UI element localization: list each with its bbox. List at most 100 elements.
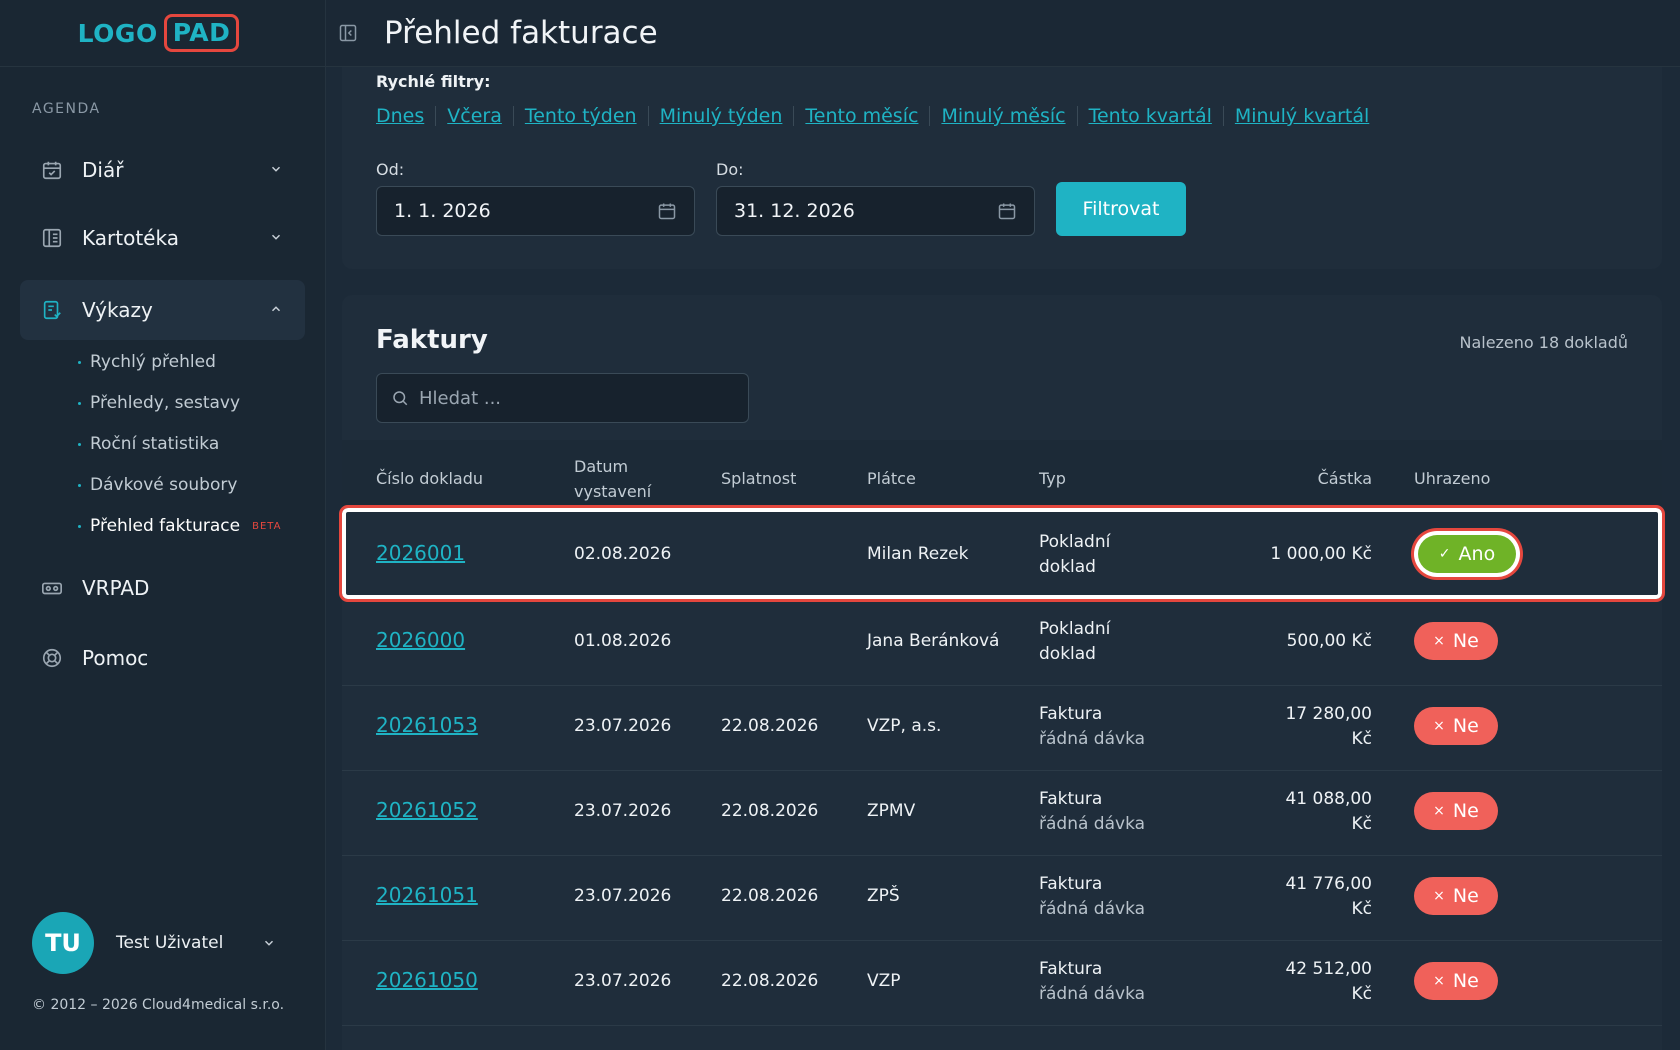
table-row[interactable]: 20261051 23.07.2026 22.08.2026 ZPŠ Faktu…: [342, 856, 1662, 941]
quick-filter-vcera[interactable]: Včera: [447, 105, 502, 127]
search-input[interactable]: [419, 387, 739, 409]
invoices-title: Faktury: [376, 325, 488, 355]
copyright: © 2012 – 2026 Cloud4medical s.r.o.: [32, 997, 285, 1013]
paid-badge[interactable]: ✓ Ano: [1418, 535, 1516, 573]
unpaid-badge[interactable]: × Ne: [1414, 622, 1498, 660]
calendar-icon[interactable]: [657, 201, 677, 226]
quick-filter-minuly-mesic[interactable]: Minulý měsíc: [941, 105, 1065, 127]
sidebar-item-vykazy[interactable]: Výkazy: [20, 280, 305, 340]
unpaid-badge[interactable]: × Ne: [1414, 792, 1498, 830]
column-header-type[interactable]: Typ: [1039, 466, 1066, 491]
cell-payer: ZPŠ: [867, 886, 900, 906]
beta-badge: BETA: [252, 520, 282, 532]
divider: [512, 106, 514, 126]
date-to-value: 31. 12. 2026: [734, 200, 855, 222]
cell-type-detail: doklad: [1039, 557, 1096, 577]
unpaid-badge[interactable]: × Ne: [1414, 707, 1498, 745]
close-icon: ×: [1433, 803, 1445, 819]
quick-filter-tento-kvartal[interactable]: Tento kvartál: [1089, 105, 1212, 127]
date-from-field[interactable]: 1. 1. 2026: [376, 186, 695, 236]
quick-filter-minuly-tyden[interactable]: Minulý týden: [660, 105, 783, 127]
sidebar-item-label: VRPAD: [82, 576, 150, 600]
sidebar-subitem-rychly-prehled[interactable]: Rychlý přehled: [78, 352, 216, 372]
cell-amount: 42 512,00: [1285, 959, 1372, 979]
column-header-payer[interactable]: Plátce: [867, 466, 916, 491]
table-row[interactable]: 20261052 23.07.2026 22.08.2026 ZPMV Fakt…: [342, 771, 1662, 856]
cell-due: 22.08.2026: [721, 716, 819, 736]
unpaid-badge[interactable]: × Ne: [1414, 962, 1498, 1000]
sidebar-item-kartoteka[interactable]: Kartotéka: [20, 208, 305, 268]
cell-payer: Jana Beránková: [867, 631, 1000, 651]
vr-icon: [40, 576, 64, 600]
invoice-number-link[interactable]: 20261050: [376, 968, 478, 993]
result-count: Nalezeno 18 dokladů: [1459, 333, 1628, 352]
cell-amount: 41 776,00: [1285, 874, 1372, 894]
logo-text: LOGO: [77, 18, 158, 48]
invoice-number-link[interactable]: 2026000: [376, 628, 465, 653]
unpaid-badge-label: Ne: [1452, 970, 1479, 992]
quick-filters: Dnes Včera Tento týden Minulý týden Tent…: [376, 105, 1369, 127]
cell-type: Faktura: [1039, 789, 1103, 809]
quick-filter-dnes[interactable]: Dnes: [376, 105, 424, 127]
filter-card: Rychlé filtry: Dnes Včera Tento týden Mi…: [342, 67, 1662, 269]
chevron-down-icon: [269, 229, 283, 248]
unpaid-badge[interactable]: × Ne: [1414, 877, 1498, 915]
bullet-dot: [78, 524, 81, 528]
unpaid-badge-label: Ne: [1452, 630, 1479, 652]
cell-amount-currency: Kč: [1351, 729, 1373, 749]
table-row[interactable]: 2026001 02.08.2026 Milan Rezek Pokladní …: [339, 505, 1665, 602]
quick-filter-tento-mesic[interactable]: Tento měsíc: [805, 105, 918, 127]
date-to-label: Do:: [716, 160, 744, 179]
invoice-number-link[interactable]: 20261052: [376, 798, 478, 823]
table-row[interactable]: 20261053 23.07.2026 22.08.2026 VZP, a.s.…: [342, 686, 1662, 771]
cell-type: Faktura: [1039, 959, 1103, 979]
sidebar-item-diar[interactable]: Diář: [20, 140, 305, 200]
invoice-number-link[interactable]: 20261053: [376, 713, 478, 738]
bullet-dot: [78, 360, 81, 364]
sidebar-item-label: Kartotéka: [82, 226, 179, 250]
chevron-down-icon: [262, 935, 276, 954]
invoice-number-link[interactable]: 2026001: [376, 541, 465, 566]
calendar-icon[interactable]: [997, 201, 1017, 226]
invoice-number-link[interactable]: 20261051: [376, 883, 478, 908]
column-header-paid[interactable]: Uhrazeno: [1414, 466, 1490, 491]
lifebuoy-icon: [40, 646, 64, 670]
column-header-number[interactable]: Číslo dokladu: [376, 466, 483, 491]
table-row[interactable]: 20261050 23.07.2026 22.08.2026 VZP Faktu…: [342, 941, 1662, 1026]
quick-filters-label: Rychlé filtry:: [376, 72, 491, 91]
date-to-field[interactable]: 31. 12. 2026: [716, 186, 1035, 236]
column-header-issued-2[interactable]: vystavení: [574, 479, 651, 504]
bullet-dot: [78, 401, 81, 405]
logo[interactable]: LOGO PAD: [78, 14, 240, 52]
column-header-amount[interactable]: Částka: [1232, 466, 1372, 491]
sidebar-item-pomoc[interactable]: Pomoc: [20, 628, 305, 688]
sidebar-subitem-prehled-fakturace[interactable]: Přehled fakturace BETA: [78, 516, 281, 536]
sidebar-subitem-rocni-statistika[interactable]: Roční statistika: [78, 434, 219, 454]
divider: [647, 106, 649, 126]
divider: [1222, 106, 1224, 126]
cell-issued: 01.08.2026: [574, 631, 672, 651]
cell-issued: 02.08.2026: [574, 544, 672, 564]
sidebar-subitem-davkove-soubory[interactable]: Dávkové soubory: [78, 475, 237, 495]
divider: [793, 106, 795, 126]
column-header-issued[interactable]: Datum: [574, 454, 628, 479]
sidebar-collapse-icon[interactable]: [336, 21, 360, 45]
table-row[interactable]: 2026000 01.08.2026 Jana Beránková Poklad…: [342, 601, 1662, 686]
quick-filter-tento-tyden[interactable]: Tento týden: [525, 105, 637, 127]
sidebar-item-vrpad[interactable]: VRPAD: [20, 558, 305, 618]
divider: [929, 106, 931, 126]
bullet-dot: [78, 483, 81, 487]
cell-type: Pokladní: [1039, 532, 1111, 552]
cell-due: 22.08.2026: [721, 971, 819, 991]
user-menu[interactable]: TU Test Uživatel: [32, 912, 274, 974]
logo-area: LOGO PAD: [0, 0, 325, 67]
cell-issued: 23.07.2026: [574, 971, 672, 991]
sidebar-subitem-prehledy[interactable]: Přehledy, sestavy: [78, 393, 240, 413]
filter-button[interactable]: Filtrovat: [1056, 182, 1186, 236]
cell-amount: 17 280,00: [1285, 704, 1372, 724]
search-box[interactable]: [376, 373, 749, 423]
column-header-due[interactable]: Splatnost: [721, 466, 796, 491]
quick-filter-minuly-kvartal[interactable]: Minulý kvartál: [1235, 105, 1369, 127]
user-name: Test Uživatel: [116, 933, 224, 953]
cell-issued: 23.07.2026: [574, 801, 672, 821]
